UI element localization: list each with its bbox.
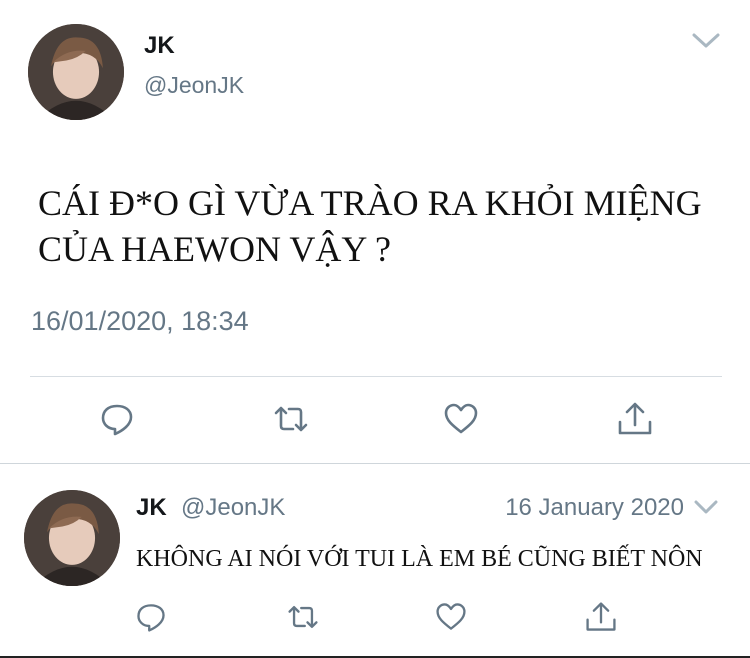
divider	[0, 463, 750, 464]
tweet-date[interactable]: 16 January 2020	[505, 494, 684, 522]
user-handle[interactable]: @JeonJK	[181, 494, 285, 522]
chevron-down-icon[interactable]	[690, 28, 722, 52]
retweet-icon[interactable]	[272, 400, 310, 438]
tweet-text-line: CỦA HAEWON VẬY ?	[38, 229, 391, 269]
retweet-icon[interactable]	[286, 600, 320, 634]
like-icon[interactable]	[442, 400, 480, 438]
tweet-text-line: CÁI Đ*O GÌ VỪA TRÀO RA KHỎI MIỆNG	[38, 183, 702, 223]
tweet-timestamp[interactable]: 16/01/2020, 18:34	[31, 306, 249, 337]
avatar[interactable]	[24, 490, 120, 586]
display-name[interactable]: JK	[144, 32, 175, 60]
user-handle[interactable]: @JeonJK	[144, 72, 244, 99]
divider	[30, 376, 722, 377]
chevron-down-icon[interactable]	[692, 496, 720, 518]
tweet-text: KHÔNG AI NÓI VỚI TUI LÀ EM BÉ CŨNG BIẾT …	[136, 546, 703, 572]
share-icon[interactable]	[584, 600, 618, 634]
tweet-text: CÁI Đ*O GÌ VỪA TRÀO RA KHỎI MIỆNG CỦA HA…	[38, 180, 728, 272]
reply-icon[interactable]	[134, 600, 168, 634]
display-name[interactable]: JK	[136, 494, 167, 522]
avatar[interactable]	[28, 24, 124, 120]
reply-icon[interactable]	[98, 400, 136, 438]
like-icon[interactable]	[434, 600, 468, 634]
share-icon[interactable]	[616, 400, 654, 438]
